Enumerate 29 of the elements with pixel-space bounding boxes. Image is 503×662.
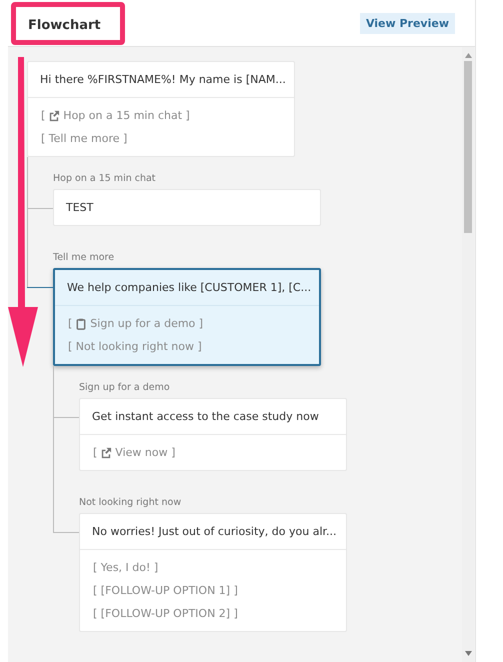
branch-label: Sign up for a demo [79,382,171,393]
branch-label: Not looking right now [79,497,182,508]
message-card[interactable]: Hi there %FIRSTNAME%! My name is [NAM... [ Hop on a 15 min chat ] [ Tell me more ] [27,61,295,157]
clipboard-icon [75,318,88,330]
message-card[interactable]: TEST [53,189,321,226]
view-preview-button[interactable]: View Preview [360,12,455,34]
branch-label: Hop on a 15 min chat [53,173,157,184]
option-link[interactable]: [ Tell me more ] [41,127,128,150]
option-link[interactable]: [ Hop on a 15 min chat ] [41,104,190,127]
option-link[interactable]: [ [FOLLOW-UP OPTION 1] ] [93,579,238,602]
message-card[interactable]: No worries! Just out of curiosity, do you alr... [ Yes, I do! ] [ [FOLLOW-UP OPTION 1] ] [ [FOLLOW-UP OPTION 2] ] [79,513,347,632]
message-card[interactable]: Get instant access to the case study now [ View now ] [79,398,347,471]
message-text: Get instant access to the case study now [91,409,320,425]
scrollbar-thumb[interactable] [464,61,472,233]
message-text: No worries! Just out of curiosity, do you alr... [91,524,338,540]
message-text: We help companies like [CUSTOMER 1], [C... [66,280,312,296]
external-link-icon [48,110,60,122]
option-link[interactable]: [ Not looking right now ] [68,335,202,358]
panel-title: Flowchart [28,18,101,32]
scroll-up-icon[interactable] [464,53,472,58]
option-link[interactable]: [ Sign up for a demo ] [68,312,204,335]
option-link[interactable]: [ View now ] [93,441,176,464]
scroll-down-icon[interactable] [464,651,472,656]
option-link[interactable]: [ Yes, I do! ] [93,556,158,579]
message-text: Hi there %FIRSTNAME%! My name is [NAM... [39,72,287,88]
option-link[interactable]: [ [FOLLOW-UP OPTION 2] ] [93,602,238,625]
branch-label: Tell me more [53,252,116,263]
message-card[interactable]: We help companies like [CUSTOMER 1], [C... [ Sign up for a demo ] [ Not looking right now ] [53,268,321,366]
external-link-icon [100,446,112,458]
